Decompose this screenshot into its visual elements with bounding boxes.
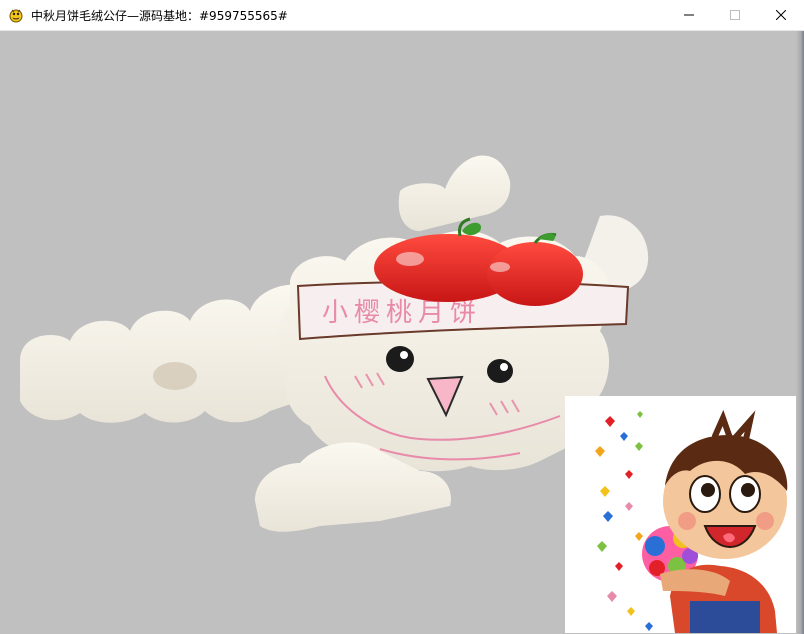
cartoon-boy-sticker <box>565 396 796 633</box>
plush-top-strip <box>398 155 511 231</box>
window-title: 中秋月饼毛绒公仔—源码基地：#959755565# <box>31 8 288 23</box>
apple-right <box>487 242 583 306</box>
plush-left-eye <box>386 346 414 372</box>
close-icon <box>776 10 786 20</box>
window-controls <box>666 0 804 30</box>
confetti-hearts <box>595 411 653 631</box>
close-button[interactable] <box>758 0 804 30</box>
plush-right-eye <box>487 359 513 383</box>
maximize-icon <box>730 10 740 20</box>
game-canvas[interactable]: 小樱桃月饼 <box>0 31 804 634</box>
maximize-button[interactable] <box>712 0 758 30</box>
background-window-edge <box>796 31 804 634</box>
boy-overalls <box>690 601 760 633</box>
pygame-snake-icon <box>9 9 23 23</box>
cartoon-boy-image <box>595 409 788 633</box>
minimize-button[interactable] <box>666 0 712 30</box>
title-bar[interactable]: 中秋月饼毛绒公仔—源码基地：#959755565# <box>0 0 804 31</box>
plush-label-text: 小樱桃月饼 <box>322 298 482 328</box>
app-window: 中秋月饼毛绒公仔—源码基地：#959755565# 小樱桃月饼 <box>0 0 804 634</box>
minimize-icon <box>684 14 694 16</box>
